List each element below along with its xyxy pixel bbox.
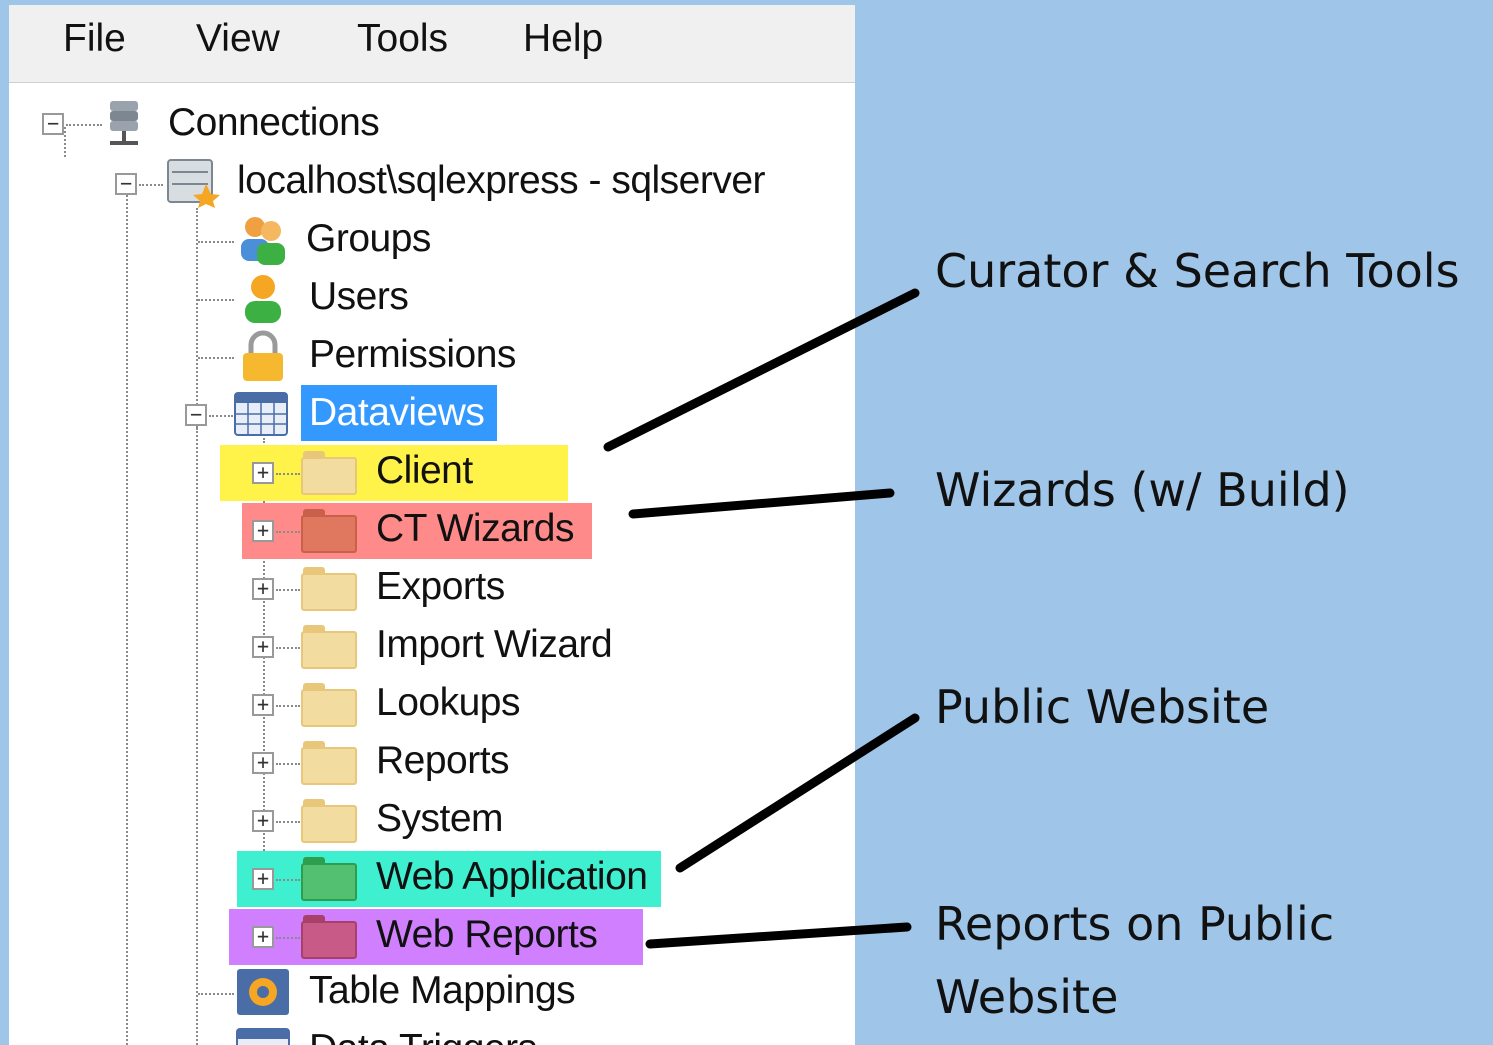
folder-red-icon [301,505,357,555]
menu-tools[interactable]: Tools [357,17,448,61]
annotation-curator: Curator & Search Tools [935,244,1460,298]
tree-item-folder[interactable]: + Lookups [9,675,855,731]
tree-item-connections[interactable]: − Connections [9,95,855,151]
gear-icon [235,967,291,1017]
menu-bar: File View Tools Help [9,5,855,83]
tree-label: Data Triggers [309,1023,537,1045]
expand-icon[interactable]: + [252,578,274,600]
expand-icon[interactable]: + [252,520,274,542]
tree-label: Permissions [309,333,516,376]
tree-connector [209,415,233,417]
menu-file[interactable]: File [63,17,126,61]
tree-label: Users [309,275,409,318]
annotation-reports-line1: Reports on Public [935,897,1335,951]
tree-connector [276,763,300,765]
expand-icon[interactable]: + [252,868,274,890]
tree-connector [198,241,234,243]
expand-icon[interactable]: + [252,752,274,774]
tree-item-folder[interactable]: + Import Wizard [9,617,855,673]
tree-item-users[interactable]: Users [9,269,855,325]
tree-label: Client [376,449,473,492]
collapse-icon[interactable]: − [115,173,137,195]
tree-item-folder[interactable]: + Exports [9,559,855,615]
tree-label: Web Application [376,855,648,898]
tree-label: Web Reports [376,913,598,956]
tree-connector [276,937,300,939]
folder-icon [301,621,357,671]
user-icon [235,271,291,323]
folder-icon [301,563,357,613]
connections-tree[interactable]: − Connections − localhost\sqlexpress - s… [9,83,855,1045]
annotation-public-website: Public Website [935,680,1270,734]
tree-label: localhost\sqlexpress - sqlserver [237,159,766,202]
tree-item-groups[interactable]: Groups [9,211,855,267]
tree-label: Import Wizard [376,623,613,666]
tree-item-data-triggers[interactable]: Data Triggers [9,1021,855,1045]
folder-icon [301,737,357,787]
collapse-icon[interactable]: − [42,113,64,135]
expand-icon[interactable]: + [252,694,274,716]
folder-icon [301,795,357,845]
server-icon [164,156,220,208]
tree-connector [139,184,163,186]
expand-icon[interactable]: + [252,636,274,658]
tree-item-folder[interactable]: + System [9,791,855,847]
app-window: File View Tools Help − Connections − loc… [9,5,855,1045]
tree-label: Table Mappings [309,969,576,1012]
groups-icon [235,213,291,265]
tree-label: Exports [376,565,505,608]
tree-item-folder[interactable]: + Reports [9,733,855,789]
tree-connector [276,647,300,649]
tree-item-folder[interactable]: + Web Application [9,849,855,907]
tree-item-table-mappings[interactable]: Table Mappings [9,963,855,1019]
tree-item-folder[interactable]: + Client [9,443,855,501]
tree-label: System [376,797,504,840]
collapse-icon[interactable]: − [185,404,207,426]
folder-purple-icon [301,911,357,961]
tree-connector [276,589,300,591]
tree-label: Groups [306,217,431,260]
dataview-grid-icon [233,389,289,439]
lock-icon [235,329,291,381]
tree-connector [198,993,234,995]
tree-label: Reports [376,739,510,782]
tree-label: CT Wizards [376,507,574,550]
tree-item-permissions[interactable]: Permissions [9,327,855,383]
tree-connector [276,705,300,707]
tree-connector [66,124,102,126]
folder-green-icon [301,853,357,903]
tree-connector [276,879,300,881]
folder-icon [301,679,357,729]
tree-label: Lookups [376,681,520,724]
tree-connector [276,531,300,533]
tree-item-folder[interactable]: + Web Reports [9,907,855,965]
annotation-reports-line2: Website [935,970,1119,1024]
menu-help[interactable]: Help [523,17,603,61]
folder-icon [301,447,357,497]
tree-item-server[interactable]: − localhost\sqlexpress - sqlserver [9,153,855,209]
tree-connector [198,299,234,301]
tree-label: Connections [168,101,380,144]
database-server-icon [104,99,144,149]
expand-icon[interactable]: + [252,462,274,484]
dataview-grid-icon [235,1025,291,1045]
expand-icon[interactable]: + [252,810,274,832]
annotation-wizards: Wizards (w/ Build) [935,463,1350,517]
tree-label: Dataviews [309,391,485,434]
tree-connector [276,821,300,823]
tree-connector [276,473,300,475]
expand-icon[interactable]: + [252,926,274,948]
menu-view[interactable]: View [196,17,280,61]
tree-item-dataviews[interactable]: − Dataviews [9,385,855,441]
tree-item-folder[interactable]: + CT Wizards [9,501,855,559]
tree-connector [198,357,234,359]
